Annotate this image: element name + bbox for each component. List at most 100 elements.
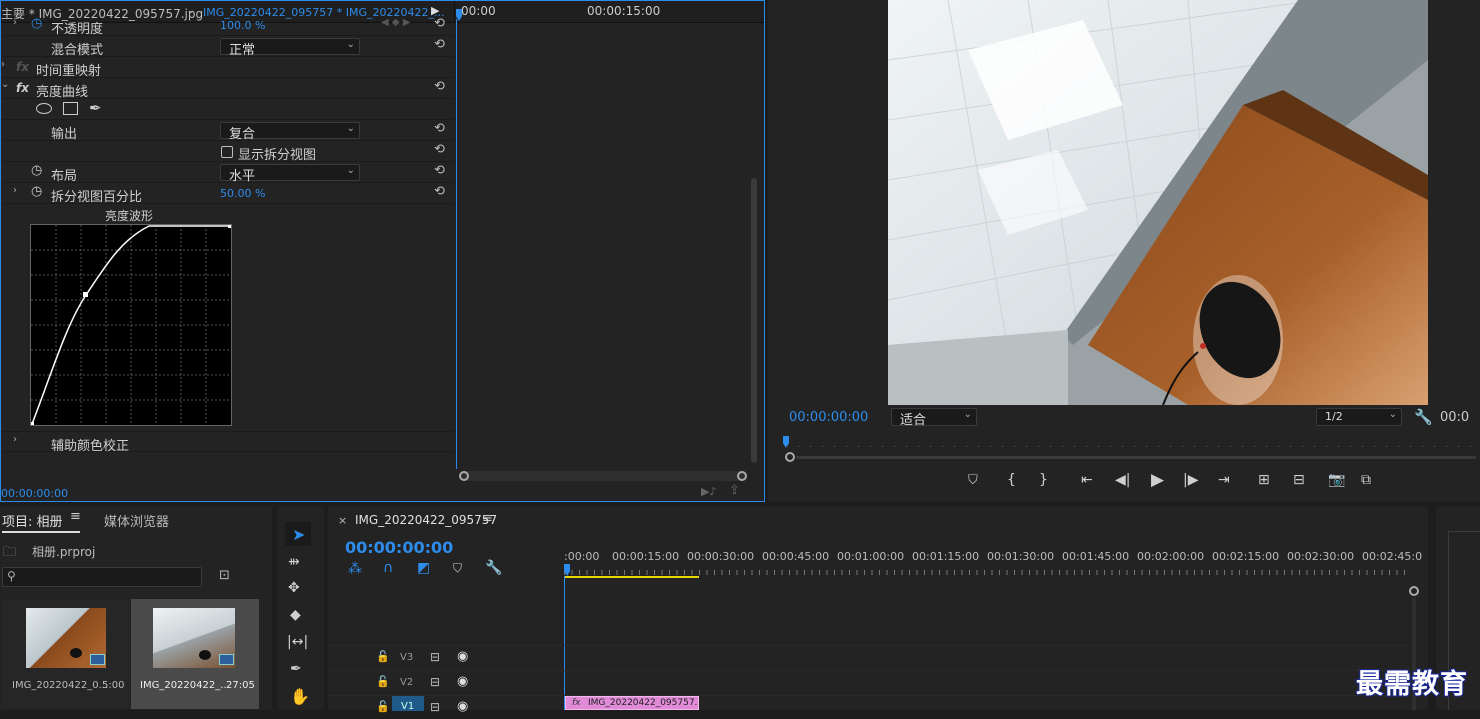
- fx-icon[interactable]: fx: [16, 81, 29, 95]
- eye-icon[interactable]: ◉: [457, 699, 468, 714]
- resolution-dropdown[interactable]: 1/2 ⌄: [1316, 408, 1402, 426]
- ruler-tick: 00:00:45:00: [762, 550, 830, 563]
- timeline-settings-icon[interactable]: 🔧: [485, 560, 502, 576]
- project-item-selected[interactable]: IMG_20220422_... 27:05: [131, 599, 259, 709]
- razor-tool-icon[interactable]: ◆: [290, 607, 301, 623]
- output-dropdown[interactable]: 复合 ⌄: [220, 122, 360, 142]
- curve-endpoint[interactable]: [228, 225, 231, 228]
- horizontal-scrollbar[interactable]: [459, 471, 747, 481]
- reset-icon[interactable]: ⟲: [434, 184, 445, 199]
- panel-menu-icon[interactable]: ≡: [70, 509, 81, 524]
- expand-arrow-icon[interactable]: ›: [13, 17, 17, 28]
- vertical-zoom-handle[interactable]: [1409, 586, 1419, 596]
- tab-project[interactable]: 项目: 相册: [2, 511, 63, 530]
- timeline-timecode[interactable]: 00:00:00:00: [345, 538, 453, 557]
- audio-icon[interactable]: ▶♪: [701, 485, 716, 498]
- export-frame-icon[interactable]: 📷: [1328, 472, 1345, 488]
- blend-mode-row: 混合模式 正常 ⌄ ⟲: [1, 36, 453, 58]
- expand-arrow-icon[interactable]: ›: [13, 185, 17, 196]
- mark-out-icon[interactable]: }: [1039, 472, 1048, 488]
- track-select-tool-icon[interactable]: ⇻: [288, 554, 300, 570]
- opacity-value[interactable]: 100.0 %: [220, 19, 265, 32]
- panel-menu-icon[interactable]: ≡: [482, 511, 493, 526]
- luma-curve-svg[interactable]: [31, 225, 231, 425]
- pen-tool-icon[interactable]: ✒: [290, 661, 302, 677]
- snap-magnet-icon[interactable]: ∩: [383, 560, 393, 576]
- collapse-arrow-icon[interactable]: ⌄: [1, 79, 9, 90]
- ripple-edit-tool-icon[interactable]: ✥: [288, 580, 300, 596]
- scroll-handle-left[interactable]: [459, 471, 469, 481]
- extract-icon[interactable]: ⊟: [1293, 472, 1305, 488]
- hand-tool-icon[interactable]: ✋: [290, 687, 310, 706]
- nest-icon[interactable]: ⁂: [348, 561, 362, 577]
- curve-control-point[interactable]: [83, 292, 88, 297]
- layout-dropdown[interactable]: 水平 ⌄: [220, 164, 360, 184]
- go-to-out-icon[interactable]: ⇥: [1218, 472, 1230, 488]
- mark-in-icon[interactable]: {: [1007, 472, 1016, 488]
- time-ruler[interactable]: :00:00 00:00:15:00 00:00:30:00 00:00:45:…: [564, 546, 1422, 578]
- fit-dropdown[interactable]: 适合 ⌄: [891, 408, 977, 428]
- luma-curve-graph[interactable]: [30, 224, 232, 426]
- lift-icon[interactable]: ⊞: [1258, 472, 1270, 488]
- fx-icon[interactable]: fx: [16, 60, 29, 74]
- ruler-tick: 00:01:45:00: [1062, 550, 1130, 563]
- track-lock-icon[interactable]: 🔓: [376, 650, 390, 663]
- keyframe-nav-icon[interactable]: ◀ ◆ ▶: [381, 17, 410, 28]
- reset-icon[interactable]: ⟲: [434, 16, 445, 31]
- pen-mask-icon[interactable]: ✒: [89, 99, 102, 117]
- slip-tool-icon[interactable]: |↔|: [287, 634, 308, 650]
- ellipse-mask-icon[interactable]: [36, 103, 52, 114]
- timeline-clip[interactable]: fx IMG_20220422_095757.: [565, 696, 699, 710]
- curve-endpoint[interactable]: [31, 422, 34, 425]
- reset-icon[interactable]: ⟲: [434, 79, 445, 94]
- program-timecode[interactable]: 00:00:00:00: [789, 410, 868, 425]
- track-output-icon[interactable]: ⊟: [430, 700, 440, 714]
- work-area-bar[interactable]: [564, 576, 699, 578]
- reset-icon[interactable]: ⟲: [434, 121, 445, 136]
- eye-icon[interactable]: ◉: [457, 649, 468, 664]
- new-bin-icon[interactable]: ⊡: [219, 568, 230, 583]
- selection-tool-icon[interactable]: ➤: [292, 525, 305, 544]
- go-to-in-icon[interactable]: ⇤: [1081, 472, 1093, 488]
- ec-timecode[interactable]: 00:00:00:00: [1, 487, 68, 500]
- tab-media-browser[interactable]: 媒体浏览器: [104, 511, 169, 530]
- search-input[interactable]: ⚲: [2, 567, 202, 587]
- eye-icon[interactable]: ◉: [457, 674, 468, 689]
- project-file-name: 相册.prproj: [32, 545, 96, 559]
- track-output-icon[interactable]: ⊟: [430, 675, 440, 689]
- export-icon[interactable]: ⇪: [729, 483, 740, 498]
- track-output-icon[interactable]: ⊟: [430, 650, 440, 664]
- wrench-icon[interactable]: 🔧: [1414, 408, 1433, 426]
- vertical-scrollbar[interactable]: [749, 23, 759, 463]
- close-tab-icon[interactable]: ×: [338, 514, 347, 527]
- stopwatch-icon[interactable]: ◷: [31, 16, 42, 31]
- split-view-checkbox[interactable]: [221, 146, 233, 158]
- add-marker-icon[interactable]: ⛉: [453, 561, 462, 576]
- zoom-handle[interactable]: [785, 452, 795, 462]
- rectangle-mask-icon[interactable]: [63, 102, 78, 115]
- scrollbar-thumb[interactable]: [751, 178, 757, 463]
- expand-arrow-icon[interactable]: ›: [1, 59, 5, 70]
- sequence-tab[interactable]: IMG_20220422_095757: [355, 513, 497, 527]
- reset-icon[interactable]: ⟲: [434, 37, 445, 52]
- split-percent-value[interactable]: 50.00 %: [220, 187, 265, 200]
- stopwatch-icon[interactable]: ◷: [31, 184, 42, 199]
- marker-icon[interactable]: ⛉: [968, 473, 978, 488]
- reset-icon[interactable]: ⟲: [434, 163, 445, 178]
- linked-selection-icon[interactable]: ◩: [417, 560, 430, 576]
- scroll-handle-right[interactable]: [737, 471, 747, 481]
- track-lock-icon[interactable]: 🔓: [376, 700, 390, 713]
- compare-view-icon[interactable]: ⧉: [1361, 472, 1371, 488]
- zoom-bar[interactable]: [796, 456, 1476, 459]
- blend-mode-dropdown[interactable]: 正常 ⌄: [220, 38, 360, 58]
- project-item[interactable]: IMG_20220422_0... 5:00: [2, 600, 130, 708]
- track-lock-icon[interactable]: 🔓: [376, 675, 390, 688]
- step-back-icon[interactable]: ◀|: [1115, 472, 1130, 488]
- expand-arrow-icon[interactable]: ›: [13, 434, 17, 445]
- track-target-v1[interactable]: V1: [392, 696, 424, 712]
- step-forward-icon[interactable]: |▶: [1183, 472, 1198, 488]
- stopwatch-icon[interactable]: ◷: [31, 163, 42, 178]
- reset-icon[interactable]: ⟲: [434, 142, 445, 157]
- project-item-name: IMG_20220422_0...: [12, 680, 109, 691]
- play-icon[interactable]: ▶: [1151, 470, 1164, 490]
